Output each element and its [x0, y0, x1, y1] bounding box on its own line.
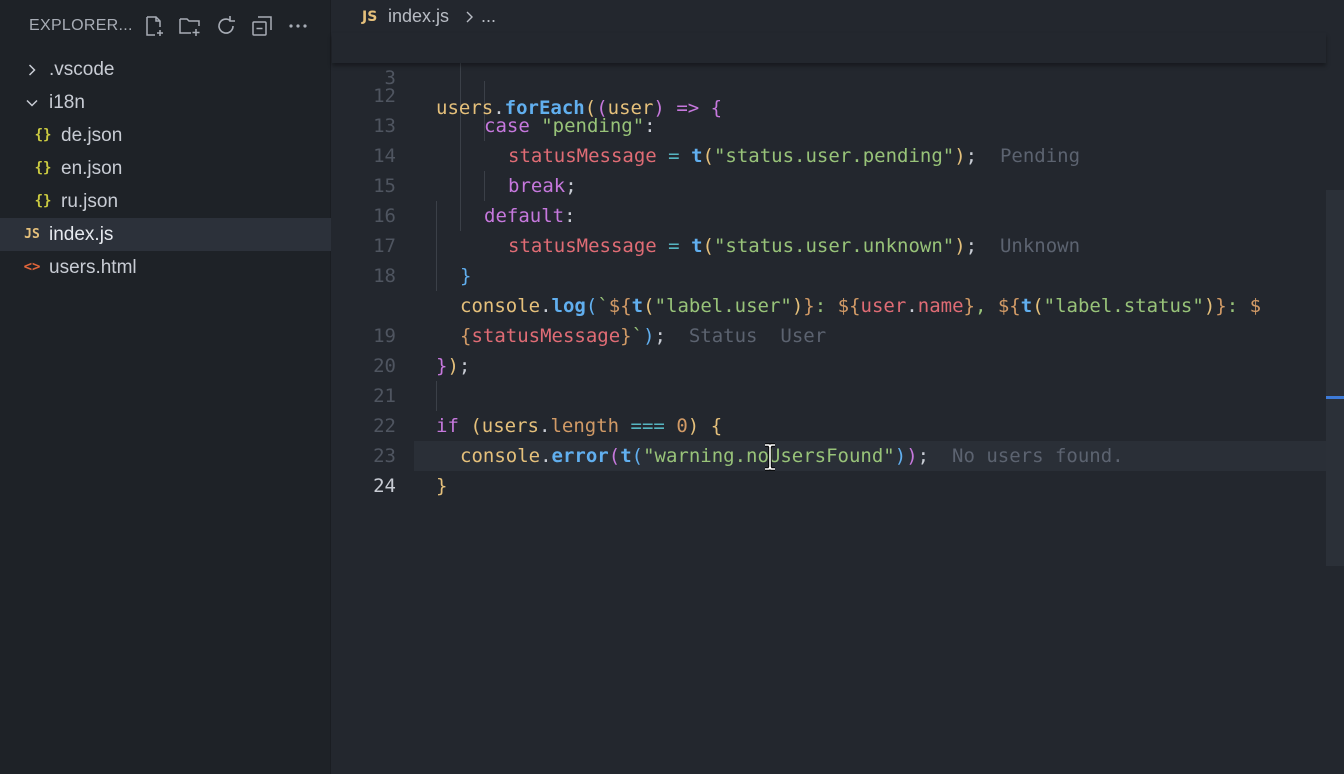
tree-folder-vscode[interactable]: .vscode [0, 53, 331, 86]
code-line[interactable]: 23 } [332, 411, 1326, 497]
line-number: 24 [373, 475, 396, 497]
explorer-sidebar: EXPLORER... .vscode i18n {} de.json {} e… [0, 0, 331, 774]
html-file-icon: <> [23, 259, 41, 275]
line-number: 3 [384, 67, 396, 89]
tree-file-de-json[interactable]: {} de.json [0, 119, 331, 152]
code-line[interactable]: 22 console.error(t("warning.noUsersFound… [332, 381, 1326, 467]
tree-folder-i18n[interactable]: i18n [0, 86, 331, 119]
code-line[interactable]: 17 } [332, 201, 1326, 287]
tree-item-label: i18n [49, 92, 85, 113]
json-file-icon: {} [34, 127, 52, 143]
tree-file-en-json[interactable]: {} en.json [0, 152, 331, 185]
json-file-icon: {} [34, 160, 52, 176]
tree-file-ru-json[interactable]: {} ru.json [0, 185, 331, 218]
tree-file-users-html[interactable]: <> users.html [0, 251, 331, 284]
chevron-right-icon [464, 9, 476, 25]
code-line[interactable]: 21 if (users.length === 0) { [332, 351, 1326, 437]
line-code: } [436, 475, 448, 497]
code-line: 3 users.forEach((user) => { [332, 33, 1326, 119]
sticky-scroll-line[interactable]: 3 users.forEach((user) => { [332, 33, 1326, 119]
tree-file-index-js[interactable]: JS index.js [0, 218, 331, 251]
code-line[interactable]: 15 default: [332, 141, 1326, 227]
code-line[interactable]: {statusMessage}`); Status User [332, 261, 1326, 347]
chevron-down-icon [25, 86, 39, 119]
tree-item-label: de.json [61, 125, 123, 146]
tree-item-label: ru.json [61, 191, 119, 212]
vertical-scrollbar[interactable] [1326, 190, 1344, 566]
code-editor[interactable]: JS index.js ... 12 case "pending": 13 st… [332, 0, 1344, 774]
tree-item-label: en.json [61, 158, 123, 179]
line-code: users.forEach((user) => { [436, 97, 723, 119]
js-file-icon: JS [24, 227, 40, 242]
breadcrumb-file[interactable]: index.js [388, 6, 449, 27]
code-line[interactable]: 19 }); [332, 291, 1326, 377]
code-line-current[interactable]: 24 [332, 441, 1326, 497]
new-folder-icon[interactable] [178, 14, 202, 38]
tree-item-label: .vscode [49, 59, 115, 80]
json-file-icon: {} [34, 193, 52, 209]
breadcrumb: JS index.js ... [332, 0, 1344, 34]
text-cursor-icon [765, 443, 775, 471]
code-line[interactable]: 20 [332, 321, 1326, 377]
code-line[interactable]: 16 statusMessage = t("status.user.unknow… [332, 171, 1326, 257]
explorer-title: EXPLORER... [29, 17, 133, 34]
new-file-icon[interactable] [142, 14, 166, 38]
code-line[interactable]: 18 console.log(`${t("label.user")}: ${us… [332, 231, 1326, 317]
breadcrumb-more[interactable]: ... [481, 6, 496, 27]
refresh-icon[interactable] [214, 14, 238, 38]
tree-item-label: index.js [49, 224, 114, 245]
chevron-right-icon [25, 53, 39, 86]
tree-item-label: users.html [49, 257, 137, 278]
collapse-all-icon[interactable] [250, 14, 274, 38]
more-icon[interactable] [286, 14, 310, 38]
explorer-header: EXPLORER... [0, 0, 331, 52]
js-file-icon: JS [362, 9, 378, 25]
scrollbar-cursor-marker [1326, 396, 1344, 399]
